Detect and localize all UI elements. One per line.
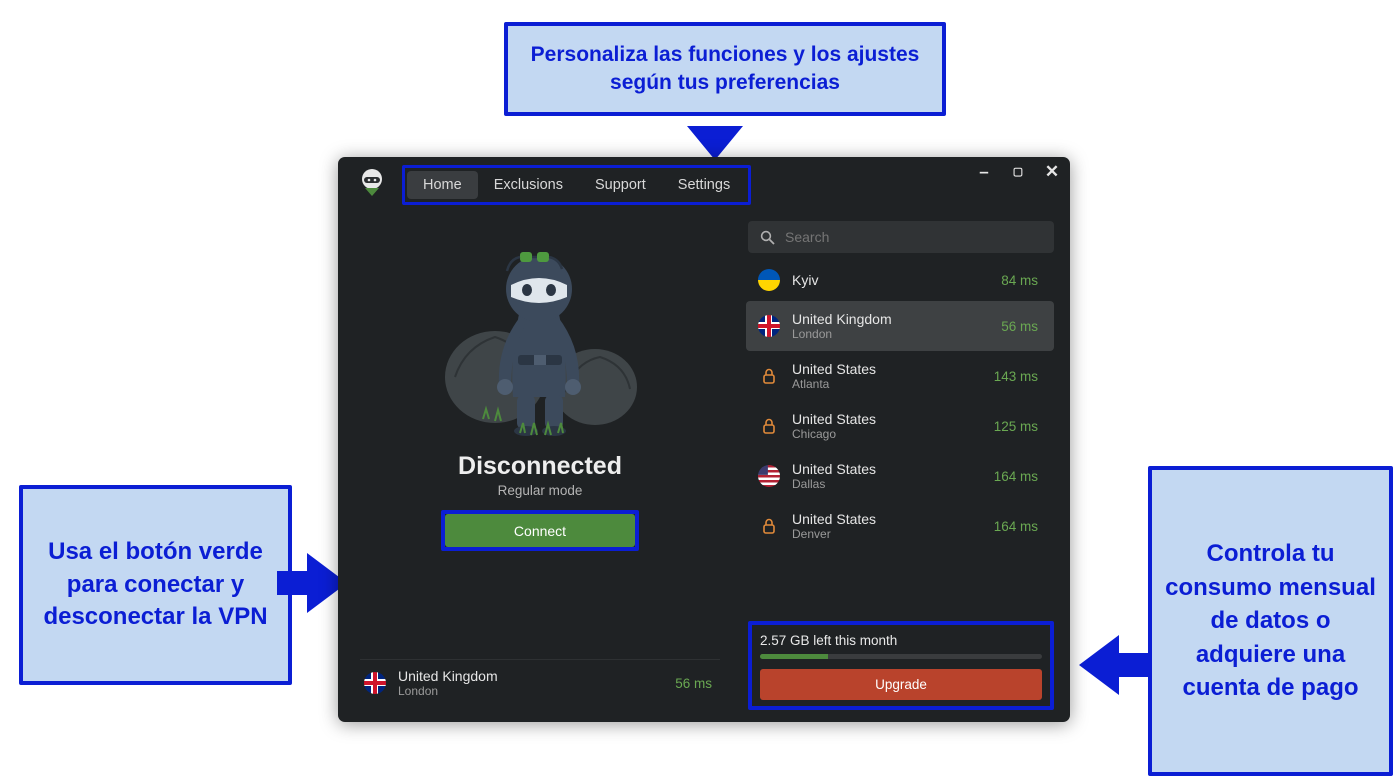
window-controls: – ▢ ✕ (976, 165, 1060, 181)
server-country: United States (792, 411, 982, 427)
server-text: United StatesDenver (792, 511, 982, 541)
server-ping: 164 ms (994, 519, 1038, 534)
server-country: United States (792, 361, 982, 377)
lock-icon (758, 515, 780, 537)
search-box[interactable] (748, 221, 1054, 253)
search-input[interactable] (783, 228, 1042, 246)
selected-country: United Kingdom (398, 668, 663, 684)
content-area: Disconnected Regular mode Connect United… (338, 213, 1070, 722)
server-ping: 56 ms (1001, 319, 1038, 334)
connect-highlight: Connect (441, 510, 639, 551)
server-ping: 164 ms (994, 469, 1038, 484)
server-city: Chicago (792, 427, 982, 441)
server-text: United StatesAtlanta (792, 361, 982, 391)
server-item[interactable]: Kyiv 84 ms (746, 259, 1054, 301)
callout-right: Controla tu consumo mensual de datos o a… (1148, 466, 1393, 776)
arrow-down-icon (667, 102, 764, 165)
server-country: United States (792, 461, 982, 477)
lock-icon (758, 365, 780, 387)
server-item[interactable]: United KingdomLondon 56 ms (746, 301, 1054, 351)
tab-support-label: Support (595, 177, 646, 193)
connection-status: Disconnected (458, 452, 622, 481)
connection-mode: Regular mode (498, 483, 583, 498)
tab-support[interactable]: Support (579, 171, 662, 199)
ua-flag-icon (758, 269, 780, 291)
selected-server[interactable]: United Kingdom London 56 ms (360, 659, 720, 706)
arrow-left-icon (1077, 635, 1149, 695)
maximize-button[interactable]: ▢ (1010, 165, 1026, 181)
lock-icon (758, 415, 780, 437)
server-item[interactable]: United StatesDenver 164 ms (746, 501, 1054, 551)
titlebar: Home Exclusions Support Settings – ▢ ✕ (338, 157, 1070, 213)
upgrade-button-label: Upgrade (875, 677, 927, 692)
server-text: United KingdomLondon (792, 311, 989, 341)
server-text: United StatesDallas (792, 461, 982, 491)
close-button[interactable]: ✕ (1044, 165, 1060, 181)
connect-button[interactable]: Connect (445, 514, 635, 547)
data-left-label: 2.57 GB left this month (760, 633, 1042, 648)
upgrade-button[interactable]: Upgrade (760, 669, 1042, 700)
server-country: United Kingdom (792, 311, 989, 327)
nav-tabs: Home Exclusions Support Settings (402, 165, 751, 205)
tab-home[interactable]: Home (407, 171, 478, 199)
selected-city: London (398, 684, 663, 698)
server-ping: 125 ms (994, 419, 1038, 434)
callout-left-text: Usa el botón verde para conectar y desco… (33, 536, 278, 633)
server-country: United States (792, 511, 982, 527)
ninja-illustration (425, 237, 655, 442)
callout-right-text: Controla tu consumo mensual de datos o a… (1162, 537, 1379, 705)
left-pane: Disconnected Regular mode Connect United… (346, 217, 734, 714)
callout-top-text: Personaliza las funciones y los ajustes … (518, 41, 932, 98)
tab-settings-label: Settings (678, 177, 730, 193)
app-logo-icon (360, 169, 384, 202)
server-item[interactable]: United StatesChicago 125 ms (746, 401, 1054, 451)
data-usage-panel: 2.57 GB left this month Upgrade (748, 621, 1054, 710)
search-icon (760, 230, 775, 245)
uk-flag-icon (364, 672, 386, 694)
server-item[interactable]: United StatesAtlanta 143 ms (746, 351, 1054, 401)
server-city: London (792, 327, 989, 341)
server-city: Dallas (792, 477, 982, 491)
server-ping: 143 ms (994, 369, 1038, 384)
tab-exclusions[interactable]: Exclusions (478, 171, 579, 199)
uk-flag-icon (758, 315, 780, 337)
server-city: Atlanta (792, 377, 982, 391)
server-list[interactable]: Kyiv84 msUnited KingdomLondon56 msUnited… (744, 259, 1062, 619)
selected-server-text: United Kingdom London (398, 668, 663, 698)
callout-left: Usa el botón verde para conectar y desco… (19, 485, 292, 685)
tab-exclusions-label: Exclusions (494, 177, 563, 193)
data-progress-fill (760, 654, 828, 659)
server-country: Kyiv (792, 272, 989, 288)
server-item[interactable]: United StatesDallas 164 ms (746, 451, 1054, 501)
tab-home-label: Home (423, 177, 462, 193)
right-pane: Kyiv84 msUnited KingdomLondon56 msUnited… (744, 217, 1062, 714)
selected-ping: 56 ms (675, 676, 712, 691)
server-text: United StatesChicago (792, 411, 982, 441)
server-ping: 84 ms (1001, 273, 1038, 288)
tab-settings[interactable]: Settings (662, 171, 746, 199)
server-text: Kyiv (792, 272, 989, 288)
us-flag-icon (758, 465, 780, 487)
vpn-app-window: Home Exclusions Support Settings – ▢ ✕ (338, 157, 1070, 722)
server-city: Denver (792, 527, 982, 541)
minimize-button[interactable]: – (976, 165, 992, 181)
connect-button-label: Connect (514, 523, 566, 539)
data-progress-bar (760, 654, 1042, 659)
